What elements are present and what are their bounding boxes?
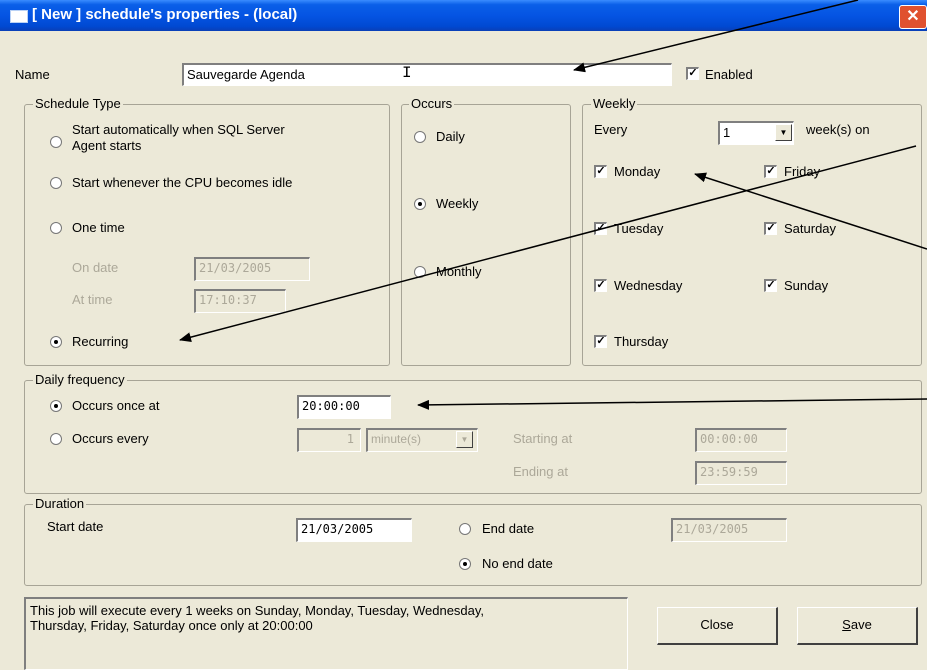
arrow-to-name-field [573,0,859,73]
annotation-arrows [179,0,927,410]
arrow-to-monday [694,172,927,250]
arrow-to-occurs-once-time [417,398,927,410]
arrow-to-recurring [179,145,917,343]
